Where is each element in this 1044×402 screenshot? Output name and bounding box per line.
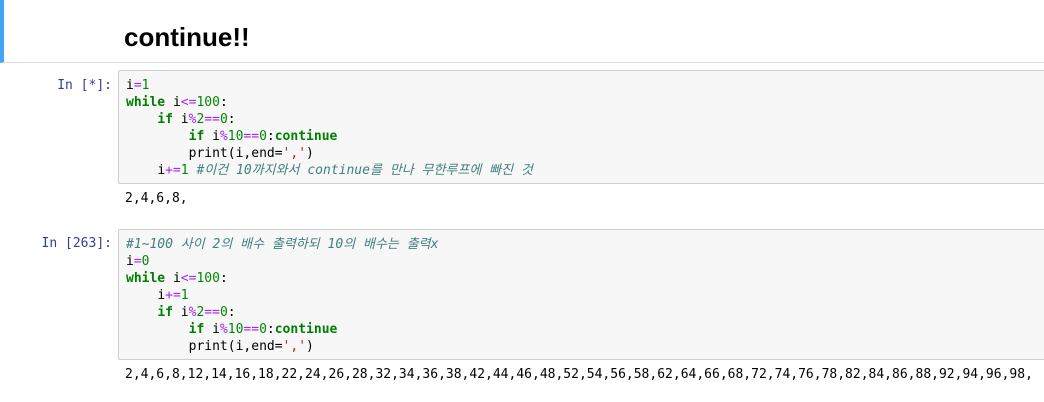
- code-line: print(i,end=','): [188, 339, 314, 354]
- code-line: print(i,end=','): [188, 146, 314, 161]
- code-line: if i%2==0:: [157, 112, 236, 127]
- code-line: i=0: [126, 254, 150, 269]
- code-line: if i%10==0:continue: [188, 322, 338, 337]
- cell-1-prompt-wrap: In [*]:: [0, 78, 112, 98]
- cell-1-code-editor[interactable]: i=1 while i<=100: if i%2==0: if i%10==0:…: [118, 70, 1044, 184]
- cell-2-output: 2,4,6,8,12,14,16,18,22,24,26,28,32,34,36…: [125, 367, 1033, 382]
- code-line: if i%2==0:: [157, 305, 236, 320]
- code-line: while i<=100:: [126, 271, 228, 286]
- cell-2-prompt-wrap: In [263]:: [0, 236, 112, 256]
- cell-2-code-editor[interactable]: #1~100 사이 2의 배수 출력하되 10의 배수는 출력x i=0 whi…: [118, 229, 1044, 360]
- cell-1-prompt: In [*]:: [57, 78, 112, 93]
- code-line: if i%10==0:continue: [188, 129, 338, 144]
- code-line: while i<=100:: [126, 95, 228, 110]
- markdown-heading: continue!!: [124, 22, 250, 52]
- cell-2-code: #1~100 사이 2의 배수 출력하되 10의 배수는 출력x i=0 whi…: [119, 230, 1044, 355]
- code-line: i+=1: [157, 288, 189, 303]
- code-line: i+=1 #이건 10까지와서 continue를 만나 무한루프에 빠진 것: [157, 163, 533, 178]
- code-line: #1~100 사이 2의 배수 출력하되 10의 배수는 출력x: [126, 237, 439, 252]
- code-line: i=1: [126, 78, 150, 93]
- markdown-cell[interactable]: continue!!: [0, 0, 1044, 63]
- cell-1-output: 2,4,6,8,: [125, 191, 188, 206]
- cell-2-prompt: In [263]:: [41, 236, 112, 251]
- cell-1-code: i=1 while i<=100: if i%2==0: if i%10==0:…: [119, 71, 1044, 179]
